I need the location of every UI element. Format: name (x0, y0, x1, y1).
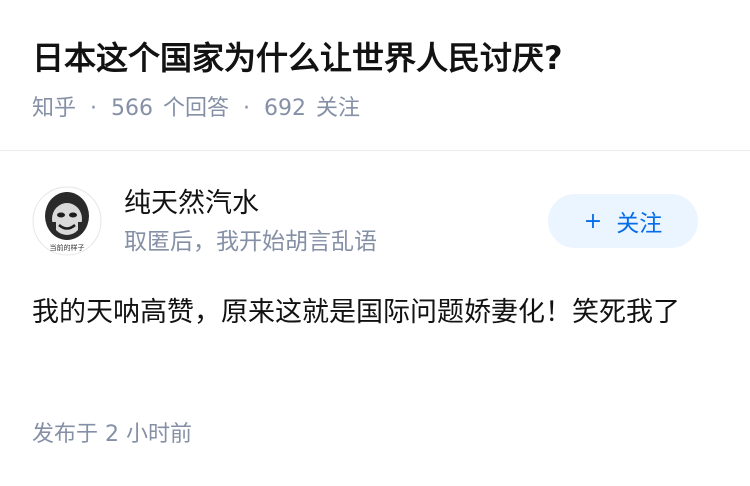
answer-count-label: 个回答 (163, 96, 230, 121)
follower-count-label: 关注 (316, 96, 361, 121)
meme-face-avatar-icon: 当前的样子 (32, 186, 102, 256)
publish-time: 发布于 2 小时前 (32, 422, 192, 447)
author-bio: 取匿后，我开始胡言乱语 (124, 229, 377, 255)
follower-count: 692 (264, 96, 307, 121)
source-label[interactable]: 知乎 (32, 92, 76, 126)
answer-count: 566 (111, 96, 154, 121)
follow-button[interactable]: + 关注 (548, 194, 698, 248)
section-divider (0, 150, 750, 151)
question-title[interactable]: 日本这个国家为什么让世界人民讨厌? (32, 36, 563, 80)
follow-button-label: 关注 (616, 211, 663, 237)
plus-icon: + (583, 208, 603, 234)
separator-dot: · (243, 96, 251, 121)
separator-dot: · (90, 96, 98, 121)
avatar-caption: 当前的样子 (50, 243, 85, 252)
avatar[interactable]: 当前的样子 (32, 186, 102, 256)
author-name[interactable]: 纯天然汽水 (124, 186, 259, 222)
answer-content[interactable]: 我的天呐高赞，原来这就是国际问题娇妻化！笑死我了 (32, 290, 712, 336)
question-meta: 知乎 · 566 个回答 · 692 关注 (32, 92, 360, 126)
